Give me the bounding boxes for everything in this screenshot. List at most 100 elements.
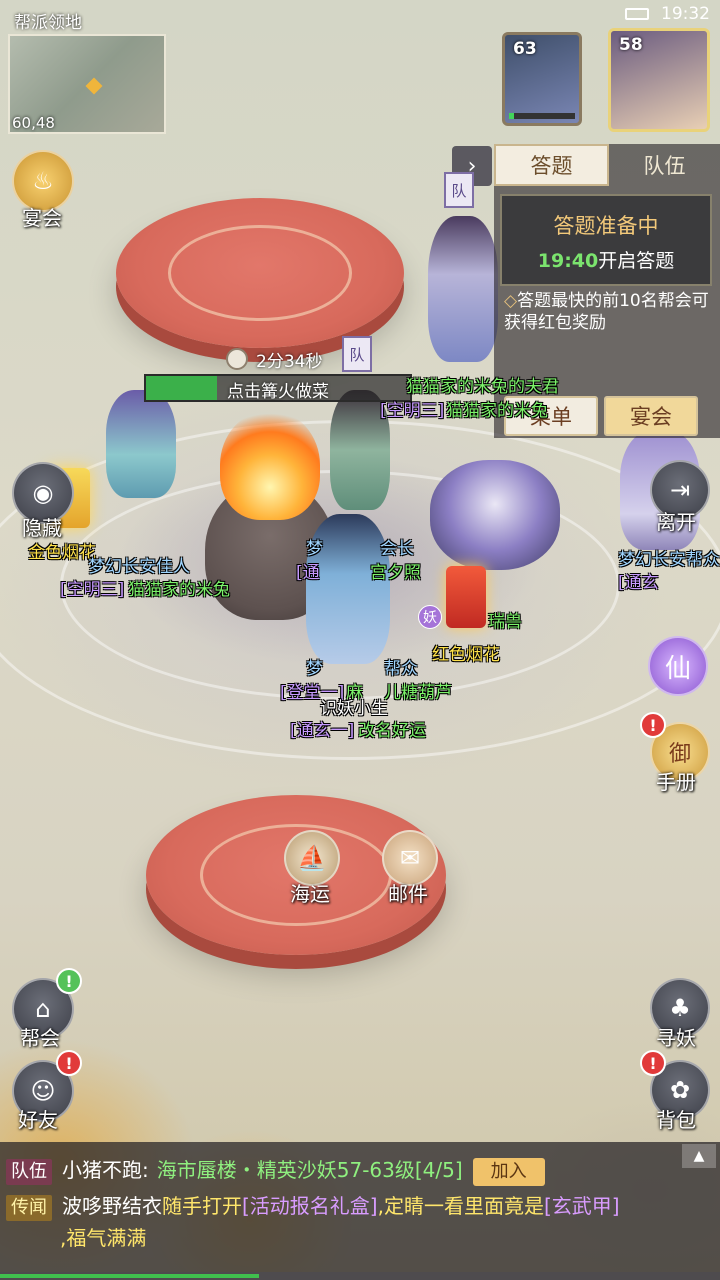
minimap[interactable]: 帮派领地 60,48 (6, 6, 168, 134)
title-tag-suffix: 会长 (380, 539, 414, 559)
character-purple-girl[interactable] (106, 390, 176, 498)
title-tag: 梦 (306, 539, 323, 559)
clock-icon (226, 348, 248, 370)
join-team-button[interactable]: 加入 (472, 1158, 545, 1186)
channel-tag-team: 队伍 (6, 1159, 52, 1185)
hero-level: 58 (619, 35, 643, 55)
quiz-status-title: 答题准备中 (553, 214, 659, 238)
title-tag: 梦幻长安帮众 (618, 550, 720, 570)
pet-hp-bar (509, 113, 575, 119)
leave-label: 离开 (656, 510, 696, 534)
find-demon-label: 寻妖 (656, 1026, 696, 1050)
minimap-coords: 60,48 (12, 114, 55, 132)
bag-icon: ✿ (669, 1076, 691, 1104)
chat-rumor-line[interactable]: 传闻 波哆野结衣随手打开[活动报名礼盒],定睛一看里面竟是[玄武甲] (6, 1190, 620, 1221)
pet-auspicious-beast[interactable] (430, 460, 560, 570)
name-tag-suffix: 儿糖葫芦 (384, 683, 452, 703)
team-flag-icon: 队 (444, 172, 474, 208)
rank-tag: [通 (296, 563, 320, 583)
chat-expand-button[interactable]: ▲ (682, 1144, 716, 1168)
firework-label: 红色烟花 (432, 645, 500, 665)
banquet-panel-button[interactable]: 宴会 (604, 396, 698, 436)
battery-icon (625, 8, 649, 20)
quest-panel-tabs: 答题 队伍 (494, 144, 720, 186)
chat-team-line[interactable]: 队伍 小猪不跑: 海市蜃楼・精英沙妖57-63级[4/5] 加入 (6, 1154, 545, 1186)
gourd-icon: ♣ (669, 994, 691, 1022)
clock-time: 19:32 (661, 4, 710, 24)
hero-portrait[interactable]: 58 (608, 28, 710, 132)
title-tag: 梦 (306, 659, 323, 679)
minimap-title: 帮派领地 (14, 13, 82, 33)
backpack-label: 背包 (656, 1108, 696, 1132)
chat-text: 随手打开 (162, 1194, 242, 1218)
banquet-pot-icon: ♨ (32, 167, 54, 195)
triangle-up-icon: ▲ (693, 1148, 705, 1164)
pet-hp-fill (509, 113, 515, 119)
diamond-icon: ◇ (504, 291, 518, 311)
chat-message: 海市蜃楼・精英沙妖57-63级[4/5] (156, 1158, 463, 1182)
cook-timer: 2分34秒 (226, 344, 322, 374)
quiz-status-box[interactable]: 答题准备中 19:40开启答题 (500, 194, 712, 286)
friends-label: 好友 (18, 1108, 58, 1132)
pet-name-tag: 瑞兽 (488, 612, 522, 632)
chat-sender[interactable]: 波哆野结衣 (62, 1194, 162, 1218)
rank-tag: [通玄一] (290, 721, 355, 741)
mail-label: 邮件 (388, 882, 428, 906)
firework-label: 金色烟花 (28, 543, 96, 563)
bottom-progress-strip (0, 1272, 720, 1280)
quiz-start-line: 19:40开启答题 (502, 246, 710, 273)
rank-tag: [通玄 (618, 573, 659, 593)
channel-tag-rumor: 传闻 (6, 1195, 52, 1221)
quiz-start-suffix: 开启答题 (598, 250, 675, 272)
pet-portrait[interactable]: 63 (502, 32, 582, 126)
banquet-label: 宴会 (22, 206, 62, 230)
quiz-description-text: 答题最快的前10名帮会可获得红包奖励 (504, 291, 709, 333)
chat-item-link[interactable]: [玄武甲] (544, 1194, 620, 1218)
hide-label: 隐藏 (22, 516, 62, 540)
status-bar: 19:32 (625, 4, 710, 24)
chat-rumor-line-continued: ,福气满满 (60, 1222, 146, 1251)
guild-hall-icon: ⌂ (35, 995, 51, 1023)
cook-action-bar[interactable]: 点击篝火做菜 (144, 374, 412, 402)
tab-quiz[interactable]: 答题 (494, 144, 609, 186)
exit-icon: ⇥ (669, 476, 691, 504)
ship-icon: ⛵ (297, 844, 327, 872)
immortal-label: 仙 (664, 653, 691, 684)
cook-action-label: 点击篝火做菜 (227, 382, 329, 402)
friends-icon: ☺ (30, 1077, 56, 1105)
banquet-table-top (116, 198, 404, 348)
bottom-progress-fill (0, 1274, 260, 1278)
handbook-icon: 御 (668, 742, 691, 767)
red-firework[interactable] (446, 566, 486, 628)
chat-item-link[interactable]: [活动报名礼盒] (242, 1194, 378, 1218)
chat-text: ,福气满满 (60, 1226, 147, 1250)
quiz-description: ◇答题最快的前10名帮会可获得红包奖励 (504, 290, 710, 334)
guild-alert-badge: ! (56, 968, 82, 994)
name-tag: 宫夕照 (370, 563, 421, 583)
pet-level: 63 (513, 39, 537, 59)
mail-icon: ✉ (399, 844, 421, 872)
friends-alert-badge: ! (56, 1050, 82, 1076)
chat-panel[interactable]: 队伍 小猪不跑: 海市蜃楼・精英沙妖57-63级[4/5] 加入 传闻 波哆野结衣随手打… (0, 1142, 720, 1274)
immortal-button[interactable]: 仙 (648, 636, 708, 696)
chat-sender[interactable]: 小猪不跑: (62, 1158, 149, 1182)
bonfire-flame[interactable] (220, 410, 320, 520)
demon-badge: 妖 (418, 605, 442, 629)
team-flag-icon: 队 (342, 336, 372, 372)
handbook-label: 手册 (656, 770, 696, 794)
handbook-alert-badge: ! (640, 712, 666, 738)
tab-team[interactable]: 队伍 (609, 144, 720, 186)
name-tag: 猫猫家的米兔 (128, 580, 230, 600)
name-tag: 猫猫家的米兔 (446, 401, 548, 421)
guild-label: 帮会 (20, 1026, 60, 1050)
quiz-start-time: 19:40 (537, 250, 599, 272)
title-tag-suffix: 帮众 (384, 659, 418, 679)
character-purple-swordsman[interactable] (428, 216, 498, 362)
name-tag: 改名好运 (358, 721, 426, 741)
eye-icon: ◉ (32, 479, 54, 507)
rank-tag: [空明三] (380, 401, 445, 421)
backpack-alert-badge: ! (640, 1050, 666, 1076)
chat-text: ,定睛一看里面竟是 (377, 1194, 544, 1218)
shipping-label: 海运 (290, 882, 330, 906)
title-tag: 梦幻长安佳人 (88, 557, 190, 577)
